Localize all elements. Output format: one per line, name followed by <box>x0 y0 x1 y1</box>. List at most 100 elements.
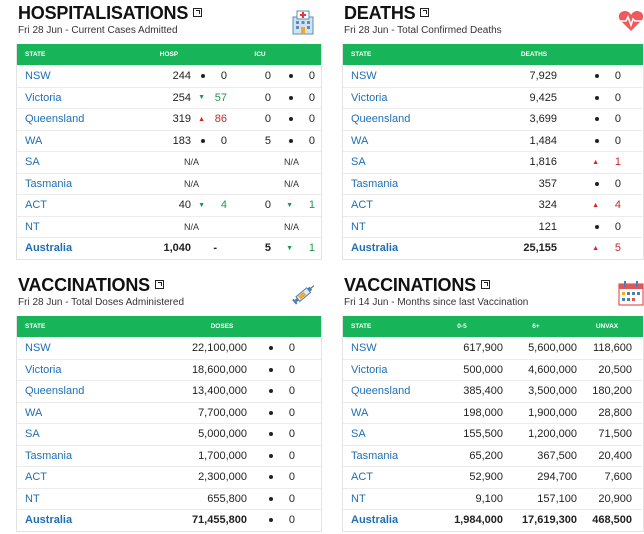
state-link[interactable]: WA <box>17 407 167 419</box>
state-link[interactable]: NSW <box>343 70 493 82</box>
up-arrow-icon: ▲ <box>198 115 205 123</box>
table-header: STATE DOSES <box>17 316 321 337</box>
deaths-value: 357 <box>538 177 557 190</box>
state-link[interactable]: WA <box>343 407 439 419</box>
up-arrow-icon: ▲ <box>592 201 599 209</box>
header-state: STATE <box>351 323 372 330</box>
table-row: Australia 25,155 ▲ 5 <box>343 237 643 259</box>
table-row: WA 183 0 5 0 <box>17 129 321 152</box>
months-0-5-value: 617,900 <box>463 341 503 354</box>
no-change-dot-icon <box>269 518 273 523</box>
external-link-icon[interactable] <box>480 280 490 289</box>
vaccinations-months-table: STATE 0-5 6+ UNVAX NSW 617,900 5,600,000 11… <box>342 316 644 532</box>
state-link[interactable]: WA <box>343 135 493 147</box>
months-0-5-value: 9,100 <box>475 492 503 505</box>
months-0-5-value: 155,500 <box>463 428 503 441</box>
state-link[interactable]: Tasmania <box>343 450 439 462</box>
change-value: 0 <box>247 450 295 462</box>
change-number: 57 <box>214 91 227 104</box>
change-value: 0 <box>557 70 621 82</box>
change-value: ▲ 86 <box>191 113 227 125</box>
state-link[interactable]: NT <box>343 493 439 505</box>
state-link[interactable]: Australia <box>343 242 493 254</box>
change-number: 0 <box>288 492 295 505</box>
doses-value: 7,700,000 <box>198 406 247 419</box>
change-value: 0 <box>247 385 295 397</box>
change-number: 0 <box>308 69 315 82</box>
state-link[interactable]: Australia <box>17 242 139 254</box>
state-link[interactable]: Australia <box>343 514 439 526</box>
state-link[interactable]: NSW <box>17 342 167 354</box>
header-state: STATE <box>25 323 46 330</box>
state-link[interactable]: Queensland <box>343 385 439 397</box>
state-link[interactable]: Queensland <box>343 113 493 125</box>
change-number: 0 <box>308 91 315 104</box>
state-link[interactable]: Tasmania <box>17 450 167 462</box>
panel-subtitle: Fri 14 Jun - Months since last Vaccinati… <box>344 297 529 308</box>
state-link[interactable]: NT <box>17 221 139 233</box>
hospitalisations-panel: HOSPITALISATIONS Fri 28 Jun - Current Ca… <box>16 0 322 260</box>
change-value: 0 <box>247 364 295 376</box>
no-change-dot-icon <box>289 117 293 122</box>
table-row: Queensland 3,699 0 <box>343 108 643 130</box>
state-link[interactable]: Victoria <box>343 92 493 104</box>
state-link[interactable]: NT <box>17 493 167 505</box>
external-link-icon[interactable] <box>420 8 430 17</box>
state-link[interactable]: ACT <box>343 199 493 211</box>
hosp-value: 1,040 <box>163 242 191 255</box>
state-link[interactable]: WA <box>17 135 139 147</box>
change-value: 0 <box>557 113 621 125</box>
table-row: NSW 244 0 0 0 <box>17 65 321 87</box>
no-change-dot-icon <box>595 117 599 122</box>
external-link-icon[interactable] <box>193 8 203 17</box>
doses-value: 1,700,000 <box>198 449 247 462</box>
change-number: 4 <box>220 199 227 212</box>
change-number: 0 <box>288 406 295 419</box>
change-number: 0 <box>308 113 315 126</box>
state-link[interactable]: Tasmania <box>343 178 493 190</box>
up-arrow-icon: ▲ <box>592 244 599 252</box>
state-link[interactable]: Tasmania <box>17 178 139 190</box>
no-change-dot-icon <box>595 138 599 143</box>
deaths-table: STATE DEATHS NSW 7,929 0 Victoria 9,425 0 Quee… <box>342 44 644 260</box>
change-value: 0 <box>557 92 621 104</box>
table-row: SA 1,816 ▲ 1 <box>343 151 643 173</box>
hosp-value: N/A <box>183 157 199 168</box>
state-link[interactable]: NSW <box>343 342 439 354</box>
state-link[interactable]: SA <box>343 156 493 168</box>
header-6-plus: 6+ <box>532 323 540 330</box>
hosp-value: N/A <box>183 221 199 232</box>
deaths-value: 1,816 <box>529 156 557 169</box>
state-link[interactable]: ACT <box>343 471 439 483</box>
state-link[interactable]: SA <box>17 428 167 440</box>
change-value: 0 <box>247 493 295 505</box>
state-link[interactable]: Queensland <box>17 385 167 397</box>
table-header: STATE 0-5 6+ UNVAX <box>343 316 643 337</box>
state-link[interactable]: Victoria <box>17 92 139 104</box>
change-value: 0 <box>191 70 227 82</box>
state-link[interactable]: SA <box>343 428 439 440</box>
state-link[interactable]: NSW <box>17 70 139 82</box>
change-number: 5 <box>614 242 621 255</box>
icu-value: N/A <box>283 178 299 189</box>
state-link[interactable]: Victoria <box>343 364 439 376</box>
deaths-value: 9,425 <box>529 91 557 104</box>
unvax-value: 20,900 <box>598 492 632 505</box>
icu-value: 0 <box>264 91 271 104</box>
state-link[interactable]: Queensland <box>17 113 139 125</box>
state-link[interactable]: Victoria <box>17 364 167 376</box>
table-row: WA 198,000 1,900,000 28,800 <box>343 401 643 424</box>
change-value: 0 <box>191 135 227 147</box>
icu-value: 0 <box>264 199 271 212</box>
doses-value: 71,455,800 <box>191 514 247 527</box>
state-link[interactable]: ACT <box>17 471 167 483</box>
table-row: Queensland 13,400,000 0 <box>17 380 321 402</box>
state-link[interactable]: NT <box>343 221 493 233</box>
state-link[interactable]: Australia <box>17 514 167 526</box>
vaccinations-doses-panel: VACCINATIONS Fri 28 Jun - Total Doses Ad… <box>16 272 322 532</box>
down-arrow-icon: ▼ <box>286 244 293 252</box>
state-link[interactable]: ACT <box>17 199 139 211</box>
external-link-icon[interactable] <box>154 280 164 289</box>
no-change-dot-icon <box>289 95 293 100</box>
state-link[interactable]: SA <box>17 156 139 168</box>
